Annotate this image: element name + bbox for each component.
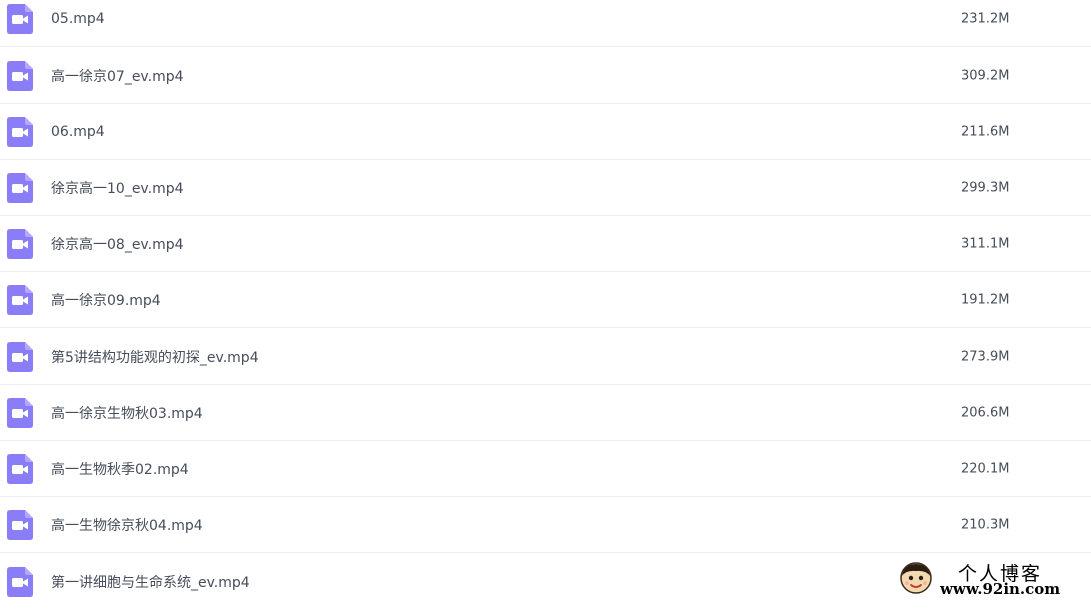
file-size: 206.6M [961,405,1010,420]
file-size: 273.9M [961,349,1010,364]
file-name: 第5讲结构功能观的初探_ev.mp4 [51,349,259,366]
video-file-icon [7,60,33,91]
video-file-icon [7,3,33,34]
watermark: 个人博客 www.92in.com [896,558,1076,598]
video-file-icon [7,116,33,147]
file-row[interactable]: 徐京高一10_ev.mp4 299.3M [0,160,1091,216]
file-name: 徐京高一10_ev.mp4 [51,180,184,197]
file-row[interactable]: 第5讲结构功能观的初探_ev.mp4 273.9M [0,329,1091,385]
file-row[interactable]: 05.mp4 231.2M [0,0,1091,47]
file-row[interactable]: 高一生物徐京秋04.mp4 210.3M [0,497,1091,553]
video-file-icon [7,228,33,259]
file-row[interactable]: 高一徐京09.mp4 191.2M [0,272,1091,328]
video-file-icon [7,284,33,315]
file-name: 高一徐京09.mp4 [51,292,161,309]
video-file-icon [7,567,33,597]
file-name: 第一讲细胞与生命系统_ev.mp4 [51,575,250,591]
file-size: 299.3M [961,180,1010,195]
file-name: 高一生物秋季02.mp4 [51,461,189,478]
file-size: 191.2M [961,292,1010,307]
watermark-url: www.92in.com [940,580,1061,598]
video-file-icon [7,341,33,372]
file-row[interactable]: 06.mp4 211.6M [0,104,1091,160]
file-name: 06.mp4 [51,123,105,140]
file-name: 高一生物徐京秋04.mp4 [51,517,203,534]
video-file-icon [7,453,33,484]
file-row[interactable]: 高一徐京07_ev.mp4 309.2M [0,48,1091,104]
file-name: 05.mp4 [51,10,105,27]
file-row[interactable]: 高一徐京生物秋03.mp4 206.6M [0,385,1091,441]
file-size: 231.2M [961,11,1010,26]
video-file-icon [7,172,33,203]
file-size: 210.3M [961,517,1010,532]
file-name: 高一徐京07_ev.mp4 [51,68,184,85]
file-size: 309.2M [961,68,1010,83]
cartoon-face-icon [900,562,932,594]
file-name: 高一徐京生物秋03.mp4 [51,405,203,422]
video-file-icon [7,397,33,428]
video-file-icon [7,509,33,540]
file-row[interactable]: 高一生物秋季02.mp4 220.1M [0,441,1091,497]
file-size: 311.1M [961,236,1010,251]
file-row[interactable]: 徐京高一08_ev.mp4 311.1M [0,216,1091,272]
file-size: 220.1M [961,461,1010,476]
file-size: 211.6M [961,124,1010,139]
file-name: 徐京高一08_ev.mp4 [51,236,184,253]
